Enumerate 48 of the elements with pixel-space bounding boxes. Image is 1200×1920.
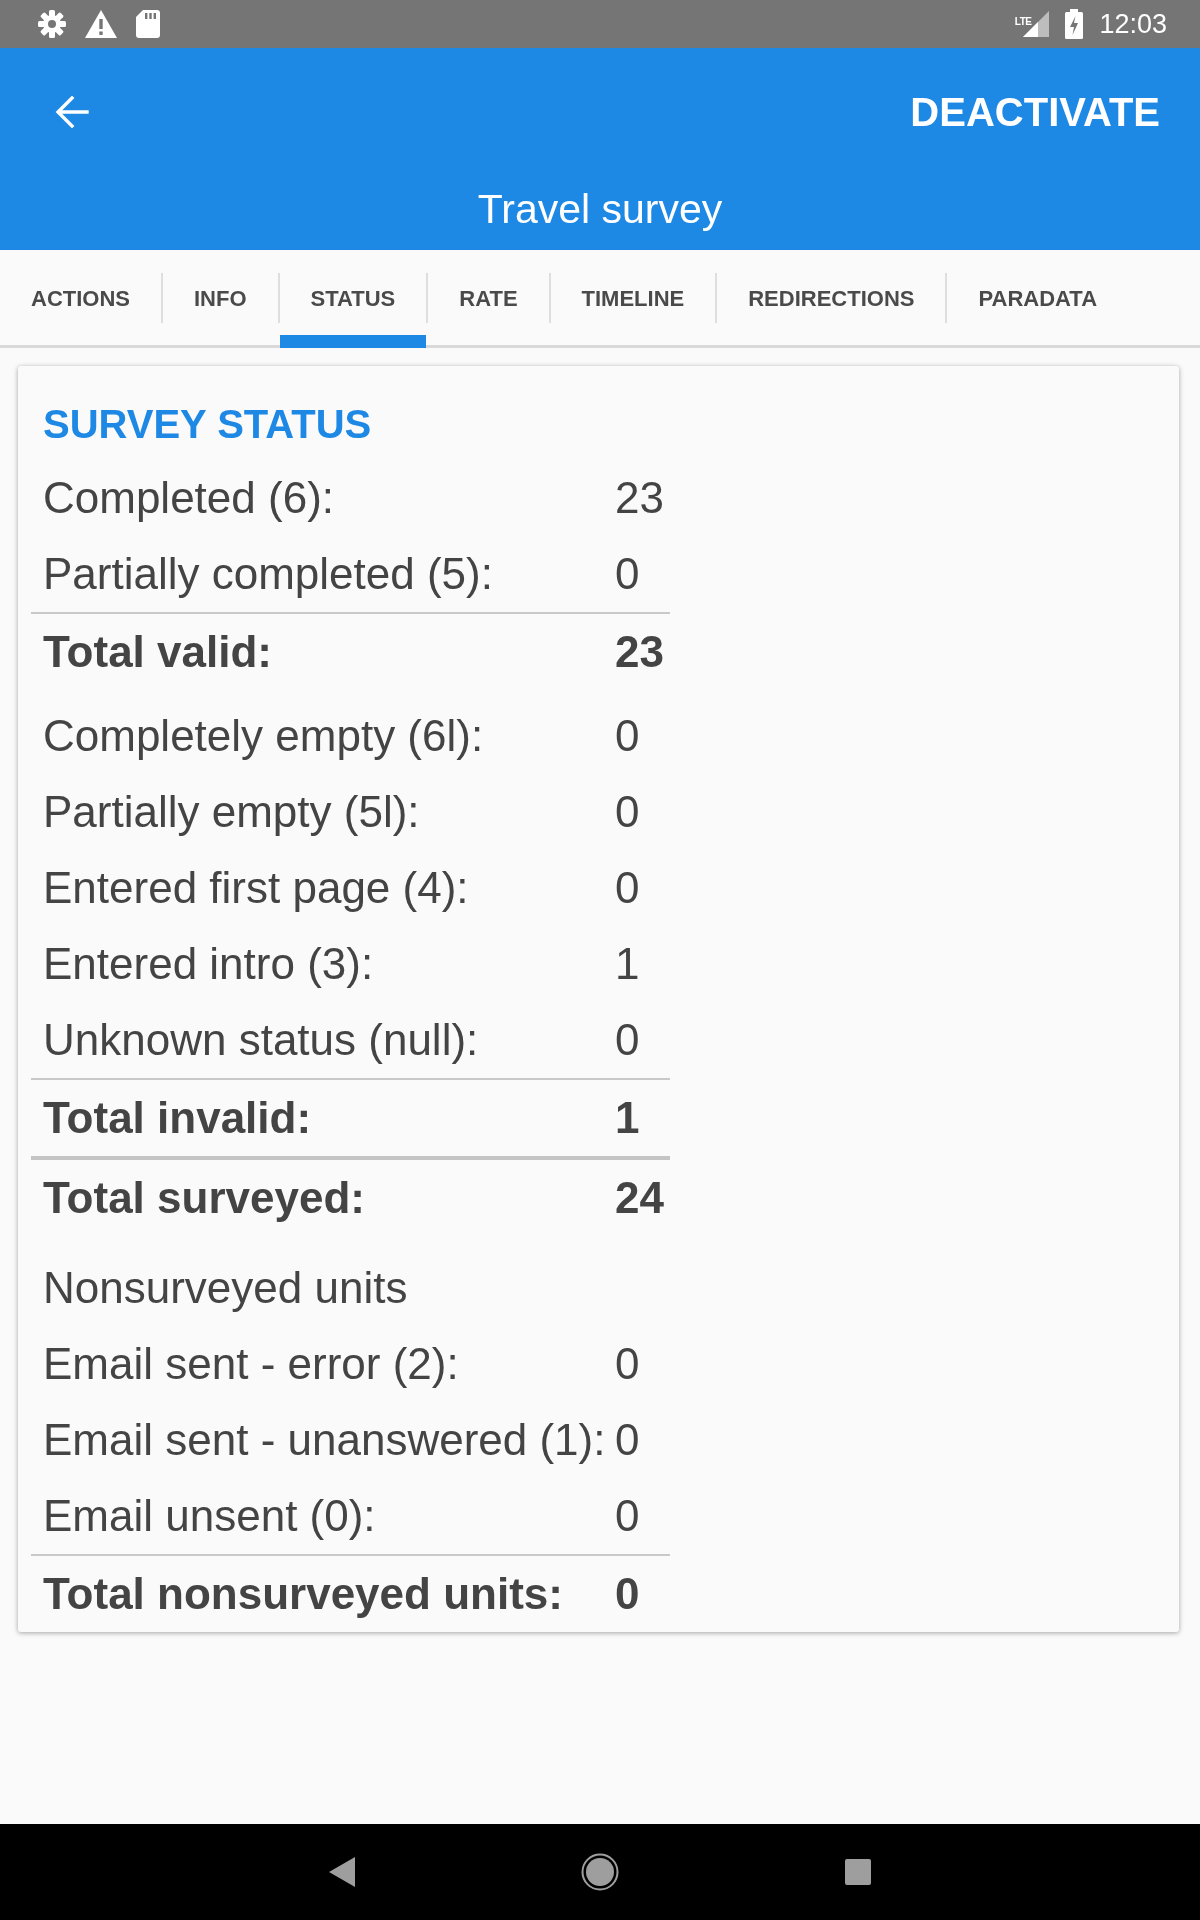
stat-value: 0 xyxy=(615,1415,641,1465)
total-value: 23 xyxy=(615,627,665,677)
warning-icon xyxy=(85,10,117,38)
stat-label: Partially empty (5l): xyxy=(43,787,421,837)
stat-label: Email sent - error (2): xyxy=(43,1339,460,1389)
sd-card-icon xyxy=(136,10,160,38)
stat-label: Email sent - unanswered (1): xyxy=(43,1415,607,1465)
tab[interactable]: RATE xyxy=(428,250,549,348)
battery-charging-icon xyxy=(1065,9,1084,39)
stat-value: 0 xyxy=(615,787,641,837)
tab[interactable]: INFO xyxy=(163,250,278,348)
stat-label: Completely empty (6l): xyxy=(43,711,485,761)
grand-total-value: 24 xyxy=(615,1173,665,1223)
clock-time: 12:03 xyxy=(1099,8,1167,40)
back-arrow-icon[interactable] xyxy=(55,96,89,128)
card-title: SURVEY STATUS xyxy=(42,401,373,448)
stat-label: Completed (6): xyxy=(43,473,335,523)
grand-total-label: Total surveyed: xyxy=(43,1173,366,1223)
screen-title: Travel survey xyxy=(477,185,723,233)
stat-label: Entered first page (4): xyxy=(43,863,470,913)
total-value: 1 xyxy=(615,1093,641,1143)
tab[interactable]: PARADATA xyxy=(947,250,1129,348)
stat-value: 23 xyxy=(615,473,665,523)
stat-label: Unknown status (null): xyxy=(43,1015,480,1065)
gear-icon xyxy=(38,10,66,38)
total-label: Total valid: xyxy=(43,627,273,677)
stat-value: 0 xyxy=(615,1491,641,1541)
section-label: Nonsurveyed units xyxy=(43,1263,409,1313)
stat-value: 0 xyxy=(615,863,641,913)
stat-label: Partially completed (5): xyxy=(43,549,494,599)
stat-label: Email unsent (0): xyxy=(43,1491,377,1541)
tab[interactable]: REDIRECTIONS xyxy=(717,250,946,348)
total-value: 0 xyxy=(615,1569,641,1619)
deactivate-button[interactable]: DEACTIVATE xyxy=(910,89,1160,135)
tab[interactable]: ACTIONS xyxy=(0,250,161,348)
network-type-label: LTE xyxy=(1014,15,1032,27)
stat-value: 0 xyxy=(615,549,641,599)
stat-value: 0 xyxy=(615,1015,641,1065)
stat-value: 0 xyxy=(615,711,641,761)
total-label: Total invalid: xyxy=(43,1093,313,1143)
stat-value: 1 xyxy=(615,939,641,989)
home-circle-icon[interactable] xyxy=(581,1853,619,1891)
tab[interactable]: TIMELINE xyxy=(550,250,716,348)
back-triangle-icon[interactable] xyxy=(329,1857,355,1887)
total-label: Total nonsurveyed units: xyxy=(43,1569,564,1619)
stat-value: 0 xyxy=(615,1339,641,1389)
stat-label: Entered intro (3): xyxy=(43,939,375,989)
tab[interactable]: STATUS xyxy=(279,250,427,348)
